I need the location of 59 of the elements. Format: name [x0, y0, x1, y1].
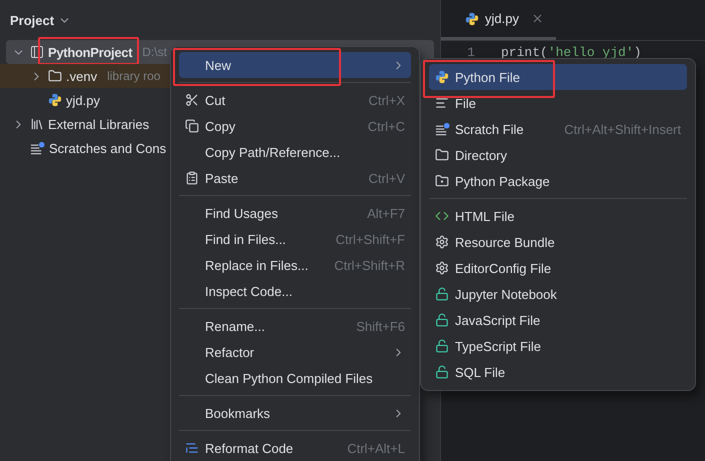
tree-item-label[interactable]: yjd.py — [66, 92, 100, 108]
project-path: D:\st — [142, 45, 167, 59]
library-icon — [30, 117, 44, 131]
module-icon — [30, 45, 44, 59]
line-number: 1 — [466, 44, 476, 60]
menu-item[interactable]: JavaScript File — [429, 307, 687, 333]
lock-icon — [435, 365, 449, 379]
menu-item[interactable]: Directory — [429, 142, 687, 168]
tree-item-label[interactable]: .venv — [66, 68, 98, 84]
menu-item[interactable]: TypeScript File — [429, 333, 687, 359]
panel-title[interactable]: Project — [10, 12, 54, 28]
menu-item[interactable]: Scratch File Ctrl+Alt+Shift+Insert — [429, 116, 687, 142]
menu-item[interactable]: New — [179, 52, 411, 78]
lock-icon — [435, 339, 449, 353]
reformat-icon — [185, 441, 199, 455]
tree-item-label[interactable]: PythonProject — [48, 44, 132, 60]
menu-item[interactable]: Resource Bundle — [429, 229, 687, 255]
library-root-hint: library roo — [107, 69, 160, 83]
python-icon — [465, 12, 479, 26]
clipboard-icon — [185, 171, 199, 185]
menu-item[interactable]: Find Usages Alt+F7 — [179, 200, 411, 226]
file-icon — [435, 96, 449, 110]
python-icon — [435, 70, 449, 84]
scissors-icon — [185, 93, 199, 107]
menu-item[interactable]: Copy Path/Reference... — [179, 139, 411, 165]
menu-item[interactable]: Refactor — [179, 339, 411, 365]
menu-item[interactable]: Cut Ctrl+X — [179, 87, 411, 113]
scratch-icon — [30, 141, 45, 155]
python-icon — [48, 93, 62, 107]
folder-icon — [48, 69, 62, 83]
package-icon — [435, 174, 449, 188]
lock-icon — [435, 313, 449, 327]
menu-item[interactable]: Clean Python Compiled Files — [179, 365, 411, 391]
menu-item[interactable]: Python File — [429, 64, 687, 90]
close-icon[interactable] — [530, 12, 544, 25]
menu-item[interactable]: Find in Files... Ctrl+Shift+F — [179, 226, 411, 252]
scratch-icon — [435, 122, 450, 136]
folder-icon — [435, 148, 449, 162]
menu-item[interactable]: Jupyter Notebook — [429, 281, 687, 307]
menu-item[interactable]: Rename... Shift+F6 — [179, 313, 411, 339]
gear-icon — [435, 261, 449, 275]
tree-item-label[interactable]: External Libraries — [48, 116, 150, 132]
menu-item[interactable]: File — [429, 90, 687, 116]
menu-item[interactable]: HTML File — [429, 203, 687, 229]
menu-item[interactable]: Copy Ctrl+C — [179, 113, 411, 139]
menu-item[interactable]: Bookmarks — [179, 400, 411, 426]
tree-item-label[interactable]: Scratches and Cons — [49, 140, 166, 156]
menu-item[interactable]: Replace in Files... Ctrl+Shift+R — [179, 252, 411, 278]
menu-item[interactable]: Reformat Code Ctrl+Alt+L — [179, 435, 411, 461]
gear-icon — [435, 235, 449, 249]
code-icon — [435, 209, 449, 223]
menu-item[interactable]: Paste Ctrl+V — [179, 165, 411, 191]
lock-icon — [435, 287, 449, 301]
menu-item[interactable]: Python Package — [429, 168, 687, 194]
menu-item[interactable]: Inspect Code... — [179, 278, 411, 304]
editor-tab[interactable]: yjd.py — [441, 0, 556, 40]
menu-item[interactable]: EditorConfig File — [429, 255, 687, 281]
copy-icon — [185, 119, 199, 133]
menu-item[interactable]: SQL File — [429, 359, 687, 385]
